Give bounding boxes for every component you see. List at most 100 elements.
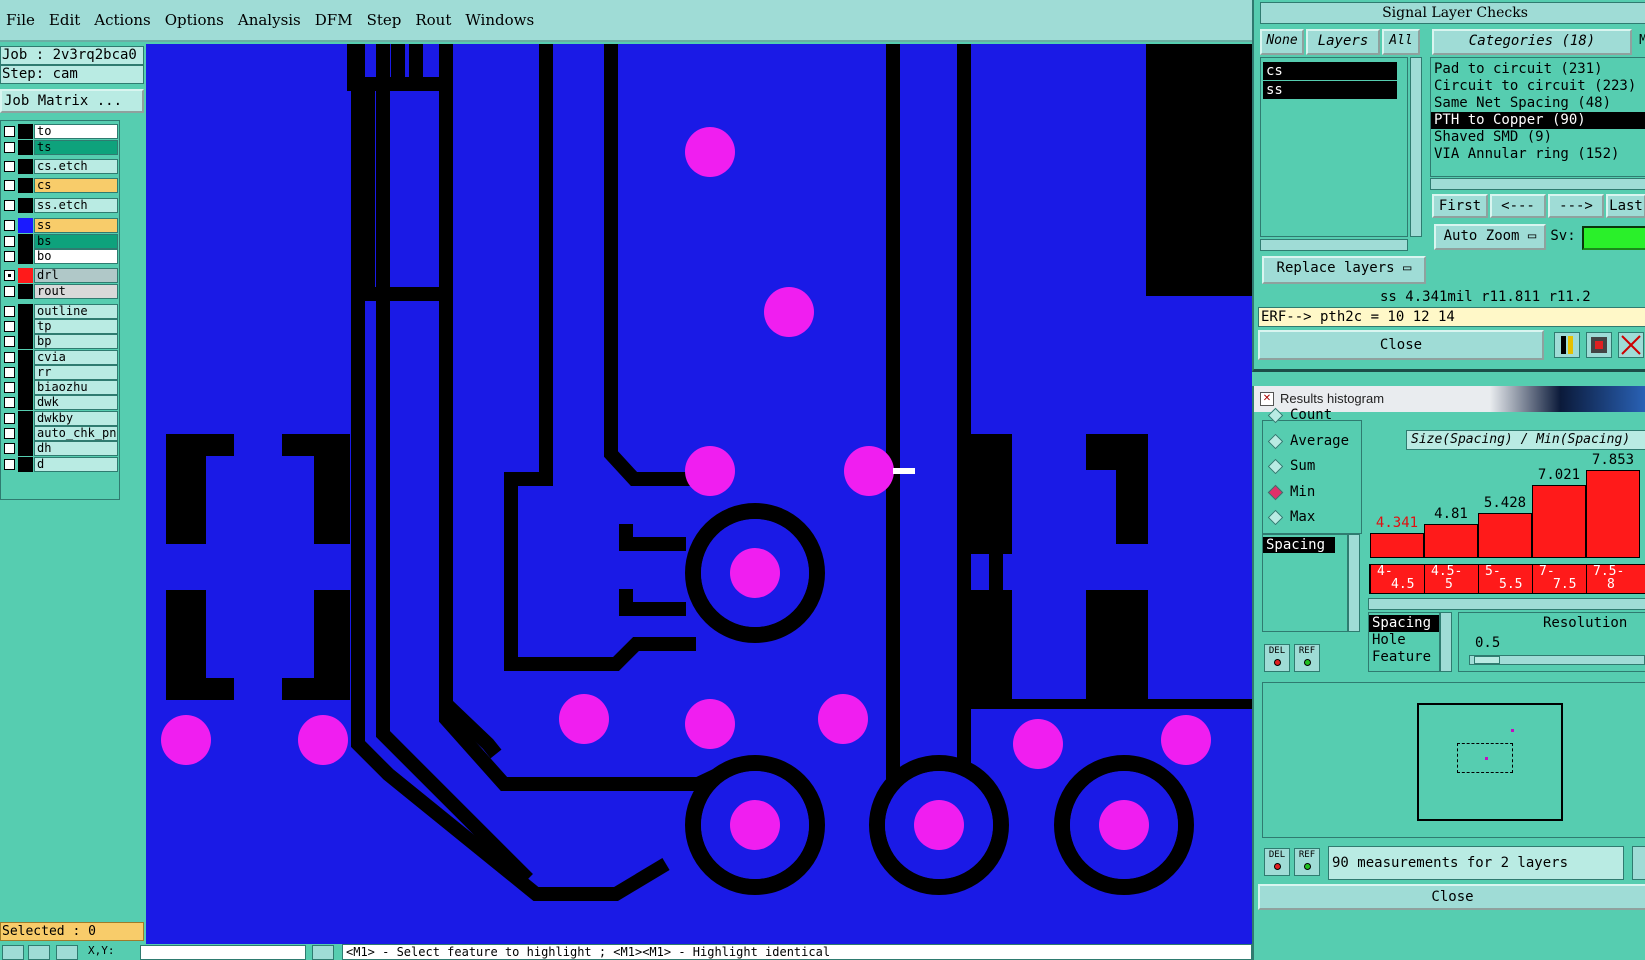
- categories-button[interactable]: Categories (18): [1432, 29, 1632, 55]
- exclude-icon[interactable]: [1618, 332, 1644, 358]
- ref-button[interactable]: REF: [1294, 848, 1320, 876]
- snap-button[interactable]: [2, 945, 24, 960]
- highlighted-measurement[interactable]: [893, 468, 915, 474]
- layer-row-d[interactable]: d: [2, 457, 118, 472]
- layer-name[interactable]: rout: [34, 284, 118, 299]
- layers-button[interactable]: Layers: [1306, 29, 1380, 55]
- histogram-bar[interactable]: [1478, 513, 1532, 558]
- layer-checkbox[interactable]: [4, 306, 15, 317]
- mode-radio-average[interactable]: Average: [1268, 432, 1349, 450]
- layer-color-swatch[interactable]: [18, 411, 33, 426]
- del-button[interactable]: DEL: [1264, 644, 1290, 672]
- layer-name[interactable]: dh: [34, 441, 118, 456]
- menu-analysis[interactable]: Analysis: [238, 11, 301, 29]
- layer-row-bs[interactable]: bs: [2, 234, 118, 249]
- layer-checkbox[interactable]: [4, 286, 15, 297]
- category-item[interactable]: PTH to Copper (90): [1431, 112, 1645, 129]
- layer-checkbox[interactable]: [4, 336, 15, 347]
- categories-extra[interactable]: M: [1637, 31, 1645, 53]
- drill-pad[interactable]: [1013, 719, 1063, 769]
- replace-layers-select[interactable]: Replace layers ▭: [1262, 256, 1426, 284]
- layer-checkbox[interactable]: [4, 251, 15, 262]
- drill-pad[interactable]: [764, 287, 814, 337]
- layer-color-swatch[interactable]: [18, 334, 33, 349]
- layer-checkbox[interactable]: [4, 321, 15, 332]
- menu-edit[interactable]: Edit: [49, 11, 80, 29]
- layer-row-cvia[interactable]: cvia: [2, 350, 118, 365]
- layer-row-rr[interactable]: rr: [2, 365, 118, 380]
- histogram-bar[interactable]: [1532, 484, 1586, 558]
- menu-options[interactable]: Options: [165, 11, 224, 29]
- layer-checkbox[interactable]: [4, 180, 15, 191]
- layer-row-to[interactable]: to: [2, 124, 118, 139]
- layer-checkbox[interactable]: [4, 382, 15, 393]
- severity-indicator[interactable]: [1582, 226, 1645, 250]
- drill-pad[interactable]: [730, 800, 780, 850]
- drill-pad[interactable]: [685, 699, 735, 749]
- side-button[interactable]: [1632, 846, 1645, 880]
- layer-checkbox[interactable]: [4, 397, 15, 408]
- size-list-scrollbar[interactable]: [1440, 612, 1452, 672]
- drill-pad[interactable]: [818, 694, 868, 744]
- next-button[interactable]: --->: [1548, 194, 1604, 218]
- layer-row-bo[interactable]: bo: [2, 249, 118, 264]
- layer-checkbox[interactable]: [4, 220, 15, 231]
- layer-row-outline[interactable]: outline: [2, 304, 118, 319]
- layer-name[interactable]: rr: [34, 365, 118, 380]
- layer-checkbox[interactable]: [4, 443, 15, 454]
- layer-checkbox[interactable]: [4, 413, 15, 424]
- layer-name[interactable]: auto_chk_pnl: [34, 426, 118, 441]
- layer-color-swatch[interactable]: [18, 234, 33, 249]
- lock-button[interactable]: [56, 945, 78, 960]
- close-button[interactable]: Close: [1258, 884, 1645, 910]
- layer-color-swatch[interactable]: [18, 365, 33, 380]
- layer-row-dh[interactable]: dh: [2, 441, 118, 456]
- layer-row-biaozhu[interactable]: biaozhu: [2, 380, 118, 395]
- layer-name[interactable]: d: [34, 457, 118, 472]
- layer-color-swatch[interactable]: [18, 249, 33, 264]
- menu-actions[interactable]: Actions: [94, 11, 150, 29]
- histogram-hscrollbar[interactable]: [1368, 598, 1645, 610]
- layer-list-scrollbar[interactable]: [1410, 57, 1422, 237]
- layer-color-swatch[interactable]: [18, 380, 33, 395]
- layer-color-swatch[interactable]: [18, 441, 33, 456]
- menu-rout[interactable]: Rout: [415, 11, 451, 29]
- pcb-view[interactable]: [146, 44, 1252, 944]
- layer-color-swatch[interactable]: [18, 178, 33, 193]
- drill-pad[interactable]: [1161, 715, 1211, 765]
- layer-row-ss.etch[interactable]: ss.etch: [2, 198, 118, 213]
- layer-row-dwkby[interactable]: dwkby: [2, 411, 118, 426]
- menu-dfm[interactable]: DFM: [315, 11, 353, 29]
- histogram-bar[interactable]: [1424, 524, 1478, 558]
- layer-name[interactable]: bo: [34, 249, 118, 264]
- mode-radio-sum[interactable]: Sum: [1268, 457, 1315, 475]
- first-button[interactable]: First: [1432, 194, 1488, 218]
- layer-name[interactable]: bp: [34, 334, 118, 349]
- layer-name[interactable]: outline: [34, 304, 118, 319]
- layer-name[interactable]: drl: [34, 268, 118, 283]
- layer-row-ts[interactable]: ts: [2, 140, 118, 155]
- drill-pad[interactable]: [914, 800, 964, 850]
- layer-color-swatch[interactable]: [18, 218, 33, 233]
- category-item[interactable]: Same Net Spacing (48): [1431, 95, 1645, 112]
- measure-button[interactable]: [312, 945, 334, 960]
- check-button[interactable]: [28, 945, 50, 960]
- layer-color-swatch[interactable]: [18, 304, 33, 319]
- layer-name[interactable]: ts: [34, 140, 118, 155]
- size-option-list[interactable]: Spacing Hole Feature: [1368, 612, 1440, 672]
- layer-row-tp[interactable]: tp: [2, 319, 118, 334]
- layer-color-swatch[interactable]: [18, 426, 33, 441]
- layer-checkbox[interactable]: [4, 200, 15, 211]
- del-button[interactable]: DEL: [1264, 848, 1290, 876]
- mode-radio-max[interactable]: Max: [1268, 508, 1315, 526]
- layer-row-auto_chk_pnl[interactable]: auto_chk_pnl: [2, 426, 118, 441]
- layer-row-ss[interactable]: ss: [2, 218, 118, 233]
- layer-row-dwk[interactable]: dwk: [2, 395, 118, 410]
- layer-select-list[interactable]: cs ss: [1260, 57, 1408, 237]
- layer-color-swatch[interactable]: [18, 350, 33, 365]
- layer-checkbox[interactable]: [4, 126, 15, 137]
- graphics-canvas[interactable]: [146, 44, 1252, 944]
- layer-name[interactable]: biaozhu: [34, 380, 118, 395]
- layer-color-swatch[interactable]: [18, 395, 33, 410]
- last-button[interactable]: Last: [1606, 194, 1645, 218]
